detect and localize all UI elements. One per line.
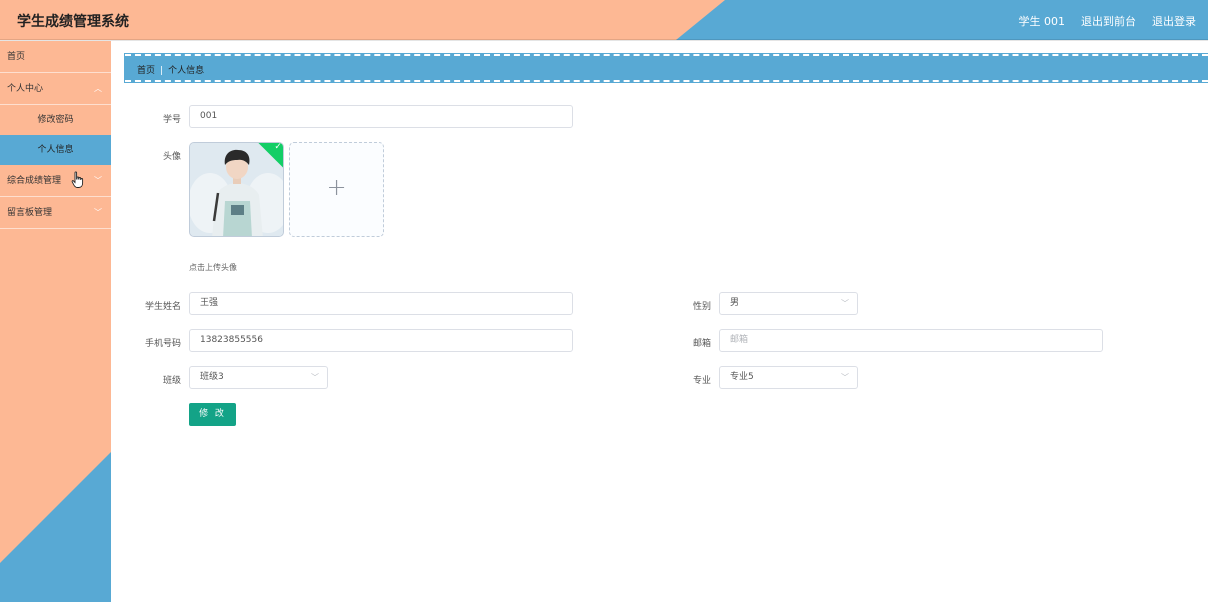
avatar-label: 头像 [162, 152, 181, 162]
gender-select[interactable]: 男 ﹀ [719, 292, 858, 315]
breadcrumb-separator: | [160, 66, 164, 76]
sidebar-item-label: 个人中心 [7, 84, 44, 94]
plus-icon: + [326, 173, 347, 201]
chevron-down-icon: ﹀ [94, 208, 102, 217]
sidebar-item-personal-center[interactable]: 个人中心 ︿ [0, 73, 111, 105]
major-select-value: 专业5 [730, 372, 754, 382]
hand-cursor-icon [71, 171, 84, 188]
sidebar-item-label: 首页 [7, 52, 26, 62]
major-label: 专业 [692, 376, 711, 386]
avatar-photo [190, 143, 283, 236]
gender-label: 性别 [692, 302, 711, 312]
current-user: 学生 001 [1018, 15, 1066, 28]
sidebar-subitem-change-password[interactable]: 修改密码 [0, 105, 111, 135]
main-content: 首页 | 个人信息 学号 001 头像 ✓ + 点击上传头像 学生姓名 王强 性别 … [111, 41, 1208, 602]
phone-label: 手机号码 [144, 339, 181, 349]
sidebar-item-message-board[interactable]: 留言板管理 ﹀ [0, 197, 111, 229]
chevron-down-icon: ﹀ [841, 299, 849, 308]
name-field[interactable]: 王强 [189, 292, 573, 315]
breadcrumb: 首页 | 个人信息 [137, 63, 204, 76]
major-select[interactable]: 专业5 ﹀ [719, 366, 858, 389]
chevron-up-icon: ︿ [94, 84, 102, 93]
gender-select-value: 男 [730, 298, 740, 308]
sidebar-item-label: 综合成绩管理 [7, 176, 62, 186]
sidebar-subitem-label: 修改密码 [37, 115, 74, 125]
avatar-image[interactable]: ✓ [189, 142, 284, 237]
chevron-down-icon: ﹀ [94, 176, 102, 185]
sidebar-item-grade-management[interactable]: 综合成绩管理 ﹀ [0, 165, 111, 197]
sidebar: 首页 个人中心 ︿ 修改密码 个人信息 综合成绩管理 ﹀ 留言板管理 ﹀ [0, 41, 111, 602]
sidebar-item-home[interactable]: 首页 [0, 41, 111, 73]
student-id-label: 学号 [162, 115, 181, 125]
sidebar-subitem-personal-info[interactable]: 个人信息 [0, 135, 111, 165]
breadcrumb-current: 个人信息 [168, 66, 205, 76]
back-to-front-link[interactable]: 退出到前台 [1081, 13, 1136, 29]
logout-link[interactable]: 退出登录 [1152, 13, 1196, 29]
avatar-upload-tip: 点击上传头像 [189, 263, 237, 272]
chevron-down-icon: ﹀ [841, 373, 849, 382]
avatar-upload-button[interactable]: + [289, 142, 384, 237]
app-title: 学生成绩管理系统 [17, 14, 129, 30]
class-select-value: 班级3 [200, 372, 224, 382]
class-label: 班级 [162, 376, 181, 386]
email-field[interactable]: 邮箱 [719, 329, 1103, 352]
sidebar-subitem-label: 个人信息 [37, 145, 74, 155]
name-label: 学生姓名 [144, 302, 181, 312]
phone-field[interactable]: 13823855556 [189, 329, 573, 352]
student-id-field[interactable]: 001 [189, 105, 573, 128]
chevron-down-icon: ﹀ [311, 373, 319, 382]
class-select[interactable]: 班级3 ﹀ [189, 366, 328, 389]
breadcrumb-home[interactable]: 首页 [137, 66, 155, 76]
breadcrumb-bar: 首页 | 个人信息 [124, 53, 1208, 83]
submit-button[interactable]: 修 改 [189, 403, 236, 426]
top-header: 学生成绩管理系统 学生 001 退出到前台 退出登录 [0, 0, 1208, 40]
top-links: 学生 001 退出到前台 退出登录 [1019, 13, 1197, 29]
check-icon: ✓ [274, 142, 282, 153]
email-label: 邮箱 [692, 339, 711, 349]
sidebar-item-label: 留言板管理 [7, 208, 53, 218]
